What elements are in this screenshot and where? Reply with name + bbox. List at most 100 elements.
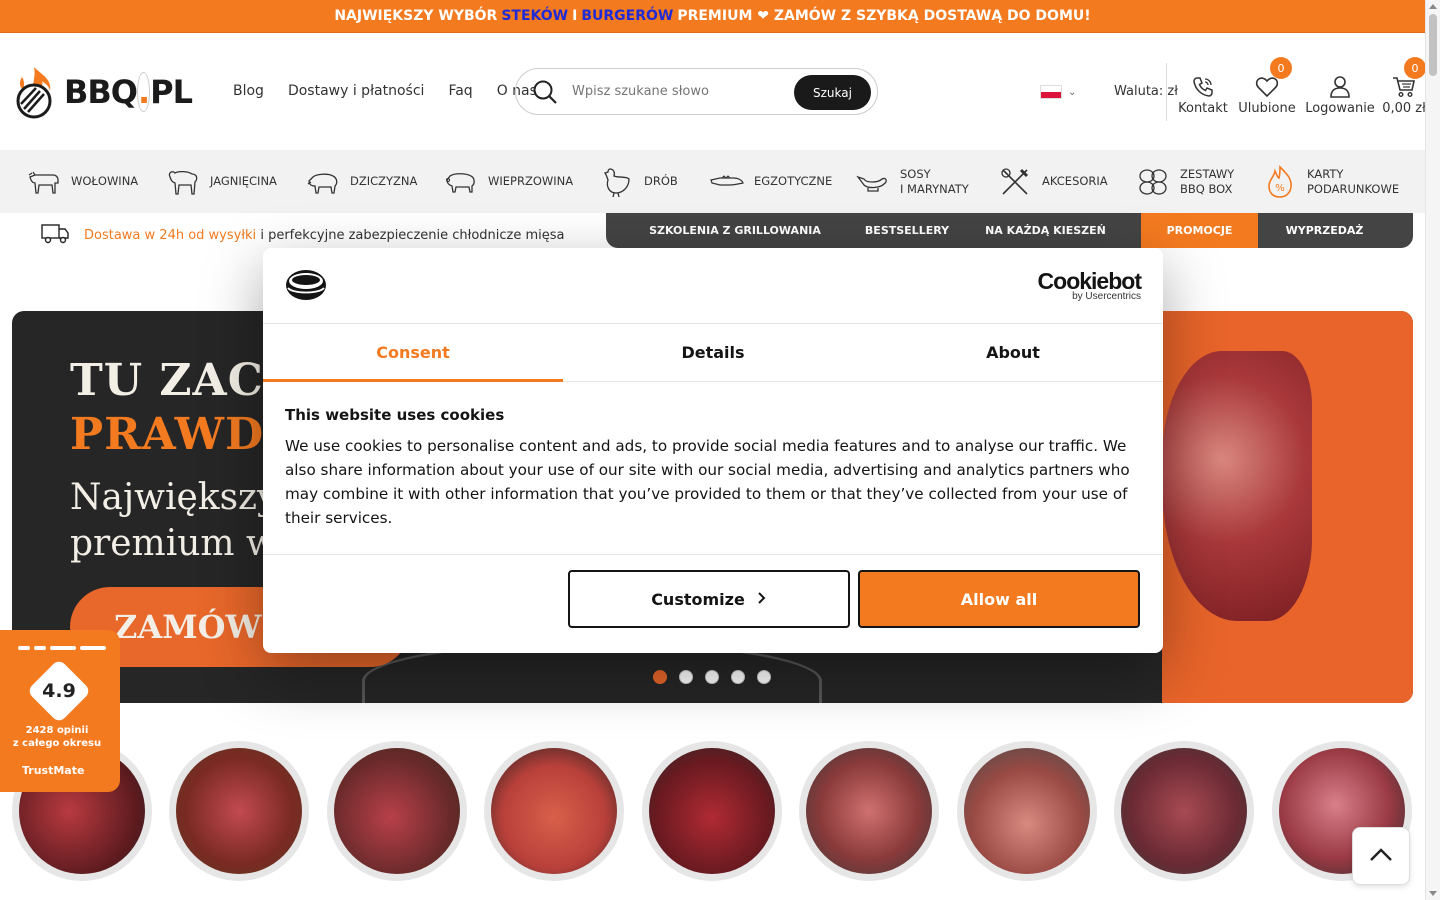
category-label: KARTY PODARUNKOWE: [1307, 167, 1399, 197]
trustmate-score: 4.9: [26, 658, 92, 724]
pill-promocje[interactable]: PROMOCJE: [1141, 213, 1258, 248]
cart-link[interactable]: 0 0,00 zł: [1380, 57, 1428, 116]
category-jagniecina[interactable]: JAGNIĘCINA: [166, 150, 277, 213]
chevron-up-icon: [1369, 846, 1393, 866]
thumbnail-8[interactable]: [1114, 741, 1254, 881]
banner-steaks: STEKÓW: [501, 8, 569, 24]
thumbnail-5[interactable]: [642, 741, 782, 881]
logo-wordmark: BBQ.PL: [64, 72, 193, 112]
scroll-up-arrow-icon[interactable]: [1429, 4, 1437, 9]
steaks-box-icon: [1136, 167, 1170, 197]
search-icon: [532, 79, 558, 105]
category-wolowina[interactable]: WOŁOWINA: [27, 150, 138, 213]
cookiebot-logo[interactable]: Cookiebot by Usercentrics: [1038, 269, 1142, 302]
banner-text-2: PREMIUM ❤ ZAMÓW Z SZYBKĄ DOSTAWĄ DO DOMU…: [677, 8, 1091, 24]
delivery-text: Dostawa w 24h od wysyłki i perfekcyjne z…: [84, 228, 565, 243]
top-promo-banner[interactable]: NAJWIĘKSZY WYBÓR STEKÓW I BURGERÓW PREMI…: [0, 0, 1425, 33]
chevron-down-icon: ⌄: [1068, 86, 1077, 98]
favorites-count-badge: 0: [1270, 57, 1292, 79]
dialog-header: Cookiebot by Usercentrics: [263, 248, 1163, 324]
trustmate-score-value: 4.9: [42, 680, 76, 702]
svg-text:%: %: [1275, 183, 1285, 194]
cart-count-badge: 0: [1404, 57, 1426, 79]
currency-selector[interactable]: Waluta: zł: [1114, 84, 1178, 99]
scroll-down-arrow-icon[interactable]: [1429, 891, 1437, 896]
category-label-line1: ZESTAWY: [1180, 166, 1235, 181]
thumbnail-3[interactable]: [327, 741, 467, 881]
category-label: JAGNIĘCINA: [210, 174, 277, 188]
user-icon: [1329, 73, 1351, 101]
slider-dot-4[interactable]: [731, 670, 745, 684]
category-sosy[interactable]: SOSY I MARYNATY: [856, 150, 969, 213]
dialog-title: This website uses cookies: [285, 406, 505, 424]
search-box: Szukaj: [515, 68, 878, 115]
nav-faq[interactable]: Faq: [448, 83, 472, 99]
hero-meat-image: [1162, 351, 1312, 621]
category-thumbnails: [12, 741, 1413, 891]
logo-text-end: PL: [150, 73, 193, 111]
pig-icon: [444, 167, 478, 197]
allow-all-button[interactable]: Allow all: [858, 570, 1140, 628]
login-link[interactable]: Logowanie: [1305, 73, 1375, 116]
thumbnail-4[interactable]: [484, 741, 624, 881]
category-wieprzowina[interactable]: WIEPRZOWINA: [444, 150, 573, 213]
tab-details[interactable]: Details: [563, 324, 863, 381]
pill-wyprzedaz[interactable]: WYPRZEDAŻ: [1258, 213, 1391, 248]
dialog-footer: Customize Allow all: [263, 555, 1163, 653]
category-drob[interactable]: DRÓB: [600, 150, 678, 213]
category-label: SOSY I MARYNATY: [900, 167, 969, 197]
pill-bestsellery[interactable]: BESTSELLERY: [864, 213, 950, 248]
tab-consent[interactable]: Consent: [263, 324, 563, 382]
trustmate-dashes: [18, 646, 106, 650]
category-label-line1: KARTY: [1307, 166, 1344, 181]
contact-link[interactable]: Kontakt: [1176, 73, 1230, 116]
thumbnail-2[interactable]: [169, 741, 309, 881]
boar-icon: [306, 167, 340, 197]
slider-dot-1[interactable]: [653, 670, 667, 684]
trustmate-period: z całego okresu: [12, 738, 102, 749]
slider-dots: [653, 670, 771, 684]
dialog-tabs: Consent Details About: [263, 324, 1163, 382]
tab-about[interactable]: About: [863, 324, 1163, 381]
pill-na-kazda-kieszen[interactable]: NA KAŻDĄ KIESZEŃ: [950, 213, 1141, 248]
language-selector[interactable]: ⌄: [1040, 85, 1076, 99]
favorites-link[interactable]: 0 Ulubione: [1236, 57, 1298, 116]
dialog-text: We use cookies to personalise content an…: [285, 437, 1130, 527]
grill-flame-logo-icon: [12, 65, 56, 119]
hero-subtitle: Największy premium w: [70, 475, 277, 567]
delivery-highlight[interactable]: Dostawa w 24h od wysyłki: [84, 228, 256, 243]
category-akcesoria[interactable]: AKCESORIA: [998, 150, 1108, 213]
vertical-scrollbar[interactable]: [1425, 0, 1440, 900]
hero-subtitle-line1: Największy: [70, 477, 278, 518]
nav-delivery[interactable]: Dostawy i płatności: [288, 83, 425, 99]
search-button[interactable]: Szukaj: [794, 75, 871, 110]
page: NAJWIĘKSZY WYBÓR STEKÓW I BURGERÓW PREMI…: [0, 0, 1440, 900]
category-zestawy[interactable]: ZESTAWY BBQ BOX: [1136, 150, 1234, 213]
main-nav: Blog Dostawy i płatności Faq O nas: [233, 83, 537, 99]
slider-dot-3[interactable]: [705, 670, 719, 684]
trustmate-count: 2428 opinii z całego okresu: [0, 724, 114, 750]
category-dziczyzna[interactable]: DZICZYZNA: [306, 150, 417, 213]
nav-blog[interactable]: Blog: [233, 83, 264, 99]
thumbnail-7[interactable]: [957, 741, 1097, 881]
category-label: EGZOTYCZNE: [754, 174, 833, 188]
back-to-top-button[interactable]: [1352, 827, 1410, 885]
category-label-line2: BBQ BOX: [1180, 181, 1233, 196]
customize-button[interactable]: Customize: [568, 570, 850, 628]
category-label: DRÓB: [644, 174, 678, 188]
delivery-info: Dostawa w 24h od wysyłki i perfekcyjne z…: [40, 222, 565, 248]
search-input[interactable]: [572, 84, 792, 99]
scrollbar-thumb[interactable]: [1429, 14, 1437, 76]
category-karty[interactable]: % KARTY PODARUNKOWE: [1263, 150, 1399, 213]
site-logo[interactable]: BBQ.PL: [12, 65, 193, 119]
cookie-consent-dialog: Cookiebot by Usercentrics Consent Detail…: [263, 248, 1163, 653]
thumbnail-6[interactable]: [799, 741, 939, 881]
slider-dot-5[interactable]: [757, 670, 771, 684]
slider-dot-2[interactable]: [679, 670, 693, 684]
category-label-line2: PODARUNKOWE: [1307, 181, 1400, 196]
trustmate-badge[interactable]: 4.9 2428 opinii z całego okresu TrustMate: [0, 630, 120, 792]
category-egzotyczne[interactable]: EGZOTYCZNE: [710, 150, 832, 213]
site-header: BBQ.PL Blog Dostawy i płatności Faq O na…: [0, 33, 1428, 150]
pill-szkolenia[interactable]: SZKOLENIA Z GRILLOWANIA: [606, 213, 864, 248]
trustmate-brand: TrustMate: [22, 764, 85, 777]
